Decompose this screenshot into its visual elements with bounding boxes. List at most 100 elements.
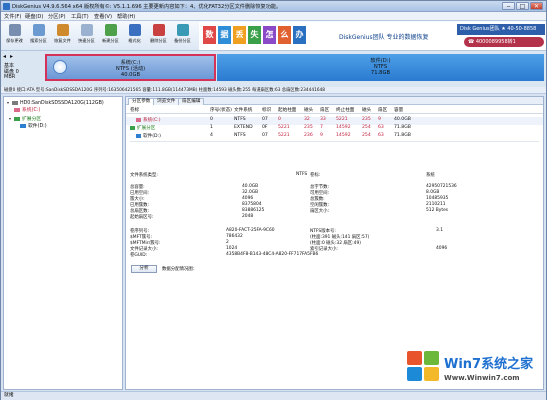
row-label-text: 系统(C:) bbox=[143, 118, 161, 123]
detail-value: 42950721536 bbox=[426, 184, 457, 189]
ad-phone: ☎ 4000089958转1 bbox=[464, 37, 544, 47]
partition-size: 40.0GB bbox=[120, 72, 141, 78]
detail-value: 4096 bbox=[436, 246, 448, 251]
table-header: 卷标 序号(状态) 文件系统 标识 起始柱面 磁头 扇区 终止柱面 磁头 扇区 … bbox=[126, 107, 543, 114]
tree-item-disk[interactable]: ▾ HD0:SanDiskSDSSDA120G(112GB) bbox=[7, 99, 104, 106]
app-icon bbox=[3, 3, 10, 10]
detail-value: 4358B4F8-B143-48C4-A820-FF717FA5FB6 bbox=[226, 252, 319, 257]
menu-view[interactable]: 查看(V) bbox=[94, 13, 112, 20]
minimize-button[interactable]: ‒ bbox=[502, 2, 515, 10]
partition-size: 71.8GB bbox=[370, 70, 391, 76]
table-cell: 63 bbox=[378, 125, 384, 130]
close-button[interactable]: ✕ bbox=[530, 2, 543, 10]
row-label: 扩展分区 bbox=[130, 125, 155, 131]
menu-bar: 文件(F) 硬盘(D) 分区(P) 工具(T) 查看(V) 帮助(H) bbox=[1, 12, 546, 21]
detail-value: 83886125 bbox=[242, 208, 265, 213]
row-label: 系统(C:) bbox=[136, 117, 161, 123]
quick-partition-label: 快速分区 bbox=[78, 38, 95, 43]
detail-value: 512 Bytes bbox=[426, 208, 449, 213]
recover-file-icon bbox=[56, 24, 69, 36]
tab-sector-edit[interactable]: 扇区编辑 bbox=[178, 98, 205, 105]
ad-char: 么 bbox=[278, 26, 291, 44]
fs-type-value: NTFS bbox=[296, 172, 308, 177]
quick-partition-icon bbox=[80, 24, 93, 36]
tree-item-extended[interactable]: ▾ 扩展分区 bbox=[9, 115, 41, 122]
detail-value: 40.0GB bbox=[242, 184, 259, 189]
partition-block-system[interactable]: 系统(C:) NTFS (活动) 40.0GB bbox=[45, 54, 216, 81]
back-arrow-icon[interactable]: ◂ bbox=[3, 53, 6, 60]
col-header: 起始柱面 bbox=[278, 108, 297, 113]
windows-logo-icon bbox=[53, 60, 67, 74]
app-window: DiskGenius V4.9.6.564 x64 版权所有©: V5.1.1.… bbox=[0, 0, 547, 400]
menu-disk[interactable]: 硬盘(D) bbox=[25, 13, 43, 20]
table-cell: 254 bbox=[362, 125, 371, 130]
vol-label-label: 卷标: bbox=[310, 173, 321, 178]
partition-icon bbox=[136, 117, 141, 122]
detail-value: 32.0GB bbox=[242, 190, 259, 195]
backup-partition-label: 备份分区 bbox=[174, 38, 191, 43]
save-button[interactable]: 保存更改 bbox=[5, 23, 24, 49]
menu-tools[interactable]: 工具(T) bbox=[71, 13, 89, 20]
allocation-map-label: 数据分配情况图： bbox=[162, 267, 198, 272]
partition-icon bbox=[14, 116, 20, 121]
table-row[interactable]: 扩展分区 1 EXTEND 0F 5221 235 7 14592 254 63 71.8GB bbox=[126, 125, 543, 133]
menu-help[interactable]: 帮助(H) bbox=[117, 13, 135, 20]
new-partition-button[interactable]: 新建分区 bbox=[101, 23, 120, 49]
col-header: 磁头 bbox=[304, 108, 314, 113]
status-bar: 就绪 bbox=[1, 391, 546, 400]
win7-logo-icon bbox=[407, 351, 439, 381]
table-cell: 5221 bbox=[278, 125, 290, 130]
table-cell: 0 bbox=[210, 117, 213, 122]
col-header: 容量 bbox=[394, 108, 404, 113]
table-cell: 07 bbox=[262, 117, 268, 122]
table-cell: 7 bbox=[320, 125, 323, 130]
site-watermark: Win7系统之家 Www.Winwin7.com bbox=[404, 347, 544, 391]
recover-file-button[interactable]: 恢复文件 bbox=[53, 23, 72, 49]
tree-label: HD0:SanDiskSDSSDA120G(112GB) bbox=[20, 101, 104, 106]
row-label-text: 扩展分区 bbox=[137, 126, 156, 131]
disk-tree: ▾ HD0:SanDiskSDSSDA120G(112GB) 系统(C:) ▾ 扩展… bbox=[3, 96, 123, 390]
col-header: 终止柱面 bbox=[336, 108, 355, 113]
table-row[interactable]: 软件(D:) 4 NTFS 07 5221 236 9 14592 254 63 71.8GB bbox=[126, 133, 543, 141]
forward-arrow-icon[interactable]: ▸ bbox=[10, 53, 13, 60]
ad-char: 怎 bbox=[263, 26, 276, 44]
new-partition-label: 新建分区 bbox=[102, 38, 119, 43]
save-icon bbox=[8, 24, 21, 36]
table-cell: 9 bbox=[378, 117, 381, 122]
row-label: 软件(D:) bbox=[136, 133, 161, 139]
menu-partition[interactable]: 分区(P) bbox=[48, 13, 66, 20]
row-label-text: 软件(D:) bbox=[143, 134, 161, 139]
detail-value: A820-FACT-25FA-9C60 bbox=[226, 228, 275, 233]
detail-key: 索引记录大小: bbox=[310, 247, 338, 252]
tab-partition-params[interactable]: 分区参数 bbox=[128, 98, 155, 105]
search-partition-button[interactable]: 搜索分区 bbox=[29, 23, 48, 49]
ad-bar: Disk Genius团队 ★ 40-50-8858 bbox=[457, 24, 545, 35]
analyze-button[interactable]: 分析 bbox=[131, 265, 157, 273]
partition-block-software[interactable]: 软件(D:) NTFS 71.8GB bbox=[217, 54, 544, 81]
tab-browse-files[interactable]: 浏览文件 bbox=[153, 98, 180, 105]
table-cell: 254 bbox=[362, 133, 371, 138]
format-icon bbox=[128, 24, 141, 36]
table-cell: NTFS bbox=[234, 117, 246, 122]
tree-item-software[interactable]: 软件(D:) bbox=[20, 123, 47, 130]
window-title: DiskGenius V4.9.6.564 x64 版权所有©: V5.1.1.… bbox=[12, 4, 282, 10]
ad-banner[interactable]: 数 据 丢 失 怎 么 办 DiskGenius团队 专业的数据恢复 Disk … bbox=[199, 22, 546, 50]
tree-item-system[interactable]: 系统(C:) bbox=[14, 107, 40, 114]
table-cell: 5221 bbox=[278, 133, 290, 138]
delete-partition-button[interactable]: 删除分区 bbox=[149, 23, 168, 49]
save-label: 保存更改 bbox=[6, 38, 23, 43]
col-header: 扇区 bbox=[378, 108, 388, 113]
backup-partition-button[interactable]: 备份分区 bbox=[173, 23, 192, 49]
table-cell: 1 bbox=[210, 125, 213, 130]
menu-file[interactable]: 文件(F) bbox=[4, 13, 21, 20]
ad-char: 数 bbox=[203, 26, 216, 44]
quick-partition-button[interactable]: 快速分区 bbox=[77, 23, 96, 49]
delete-partition-label: 删除分区 bbox=[150, 38, 167, 43]
format-button[interactable]: 格式化 bbox=[125, 23, 144, 49]
table-row[interactable]: 系统(C:) 0 NTFS 07 0 32 33 5221 235 9 40.0GB bbox=[126, 117, 543, 125]
maximize-button[interactable]: □ bbox=[516, 2, 529, 10]
divider bbox=[130, 141, 539, 142]
tree-label: 系统(C:) bbox=[22, 108, 41, 113]
table-cell: 14592 bbox=[336, 133, 351, 138]
table-cell: 0 bbox=[278, 117, 281, 122]
